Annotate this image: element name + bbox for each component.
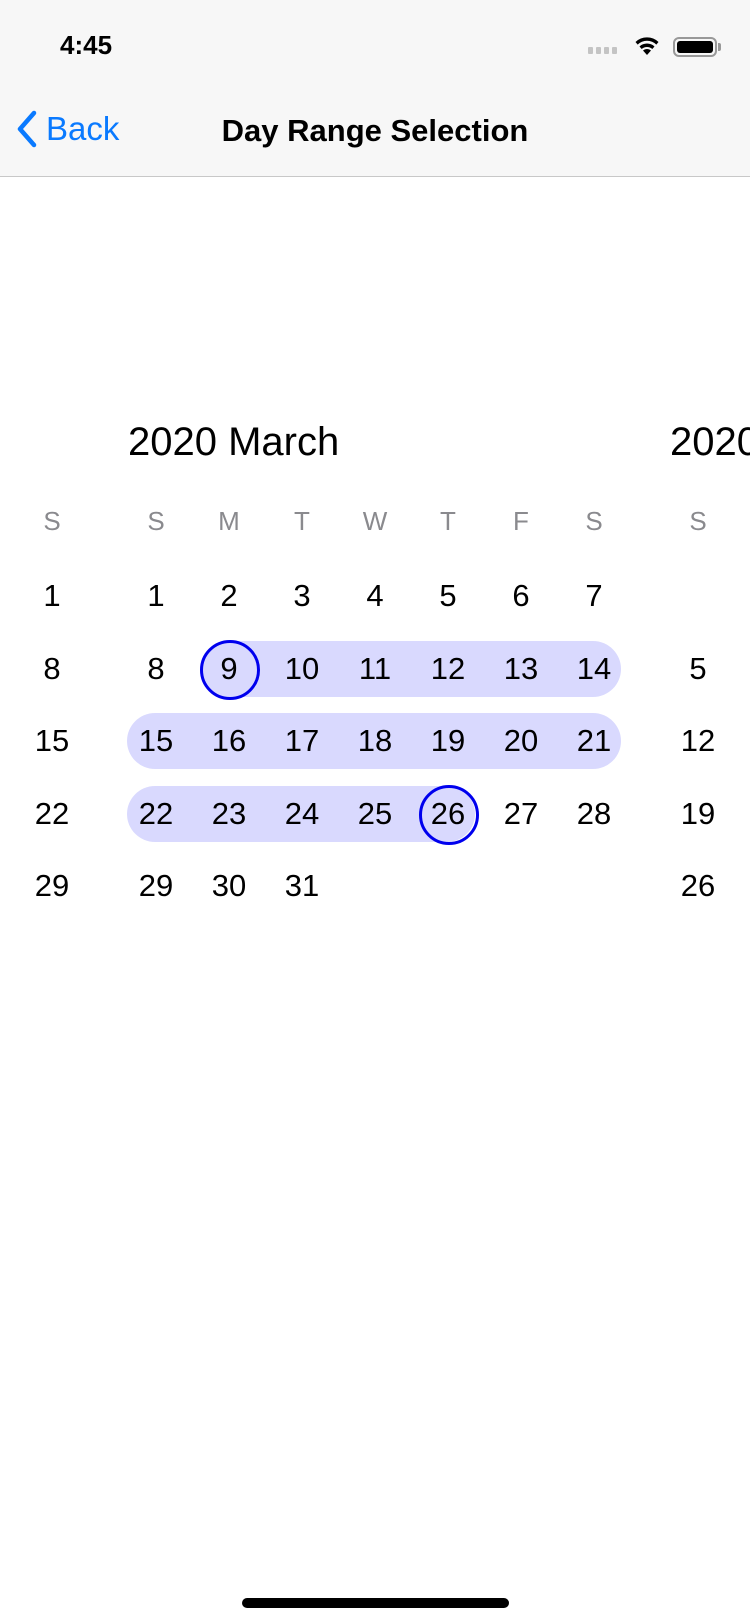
navigation-bar: 4:45 Back Day Range Selection <box>0 0 750 177</box>
weekday-label: S <box>585 506 603 536</box>
day-cell[interactable]: 21 <box>0 786 9 842</box>
day-cell[interactable]: 13 <box>741 713 750 769</box>
weekday-label: T <box>294 506 310 536</box>
signal-icon <box>588 47 617 54</box>
day-cell[interactable]: 30 <box>199 858 259 914</box>
day-cell[interactable]: 26 <box>668 858 728 914</box>
day-cell[interactable]: 28 <box>564 786 624 842</box>
day-cell[interactable]: 22 <box>126 786 186 842</box>
day-cell[interactable]: 19 <box>418 713 478 769</box>
weekday-label: S <box>689 506 707 536</box>
weekday-label: F <box>0 506 9 537</box>
weekday-label: M <box>218 506 240 536</box>
day-cell[interactable]: 28 <box>0 858 9 914</box>
day-cell[interactable]: 10 <box>272 641 332 697</box>
day-cell[interactable]: 3 <box>272 568 332 624</box>
day-cell[interactable]: 4 <box>345 568 405 624</box>
day-cell[interactable]: 22 <box>22 786 82 842</box>
day-cell[interactable]: 12 <box>418 641 478 697</box>
month-title: 2020 March <box>128 420 340 464</box>
battery-nub <box>718 43 721 51</box>
day-cell[interactable]: 7 <box>564 568 624 624</box>
day-cell[interactable]: 2 <box>199 568 259 624</box>
day-cell[interactable]: 16 <box>199 713 259 769</box>
day-cell[interactable]: 18 <box>345 713 405 769</box>
day-cell[interactable]: 23 <box>199 786 259 842</box>
weekday-label: S <box>43 506 61 536</box>
weekday-label: M <box>741 506 750 537</box>
weekday-label: S <box>147 506 165 536</box>
day-cell[interactable]: 24 <box>272 786 332 842</box>
weekday-label: T <box>440 506 456 536</box>
day-cell[interactable]: 14 <box>564 641 624 697</box>
day-cell[interactable]: 8 <box>126 641 186 697</box>
day-cell[interactable]: 17 <box>272 713 332 769</box>
range-highlight <box>200 640 621 697</box>
day-cell[interactable]: 7 <box>0 641 9 697</box>
day-cell[interactable]: 12 <box>668 713 728 769</box>
calendar-scroll[interactable]: FS1781415212228292020 MarchSMTWTFS123456… <box>0 176 750 1576</box>
day-cell[interactable]: 20 <box>741 786 750 842</box>
wifi-icon <box>635 37 659 55</box>
day-cell[interactable]: 6 <box>491 568 551 624</box>
day-cell[interactable]: 14 <box>0 713 9 769</box>
day-cell[interactable]: 5 <box>418 568 478 624</box>
day-cell[interactable]: 8 <box>22 641 82 697</box>
day-cell[interactable]: 6 <box>741 641 750 697</box>
day-cell[interactable]: 15 <box>126 713 186 769</box>
day-cell[interactable]: 5 <box>668 641 728 697</box>
day-cell[interactable]: 1 <box>126 568 186 624</box>
day-cell[interactable]: 25 <box>345 786 405 842</box>
day-cell[interactable]: 27 <box>491 786 551 842</box>
month-title: 2020 April <box>670 420 750 464</box>
day-cell[interactable]: 31 <box>272 858 332 914</box>
selection-ring <box>419 784 479 845</box>
day-cell[interactable]: 29 <box>126 858 186 914</box>
day-cell[interactable]: 1 <box>22 568 82 624</box>
selection-ring <box>200 639 260 700</box>
day-cell[interactable]: 11 <box>345 641 405 697</box>
day-cell[interactable]: 13 <box>491 641 551 697</box>
home-indicator <box>242 1598 509 1608</box>
weekday-label: F <box>513 506 529 536</box>
day-cell[interactable]: 19 <box>668 786 728 842</box>
battery-icon <box>673 37 717 57</box>
day-cell[interactable]: 15 <box>22 713 82 769</box>
weekday-label: W <box>362 506 388 536</box>
day-cell[interactable]: 29 <box>22 858 82 914</box>
page-title: Day Range Selection <box>221 113 529 148</box>
status-time: 4:45 <box>60 30 113 60</box>
day-cell[interactable]: 27 <box>741 858 750 914</box>
day-cell[interactable]: 21 <box>564 713 624 769</box>
day-cell[interactable]: 20 <box>491 713 551 769</box>
